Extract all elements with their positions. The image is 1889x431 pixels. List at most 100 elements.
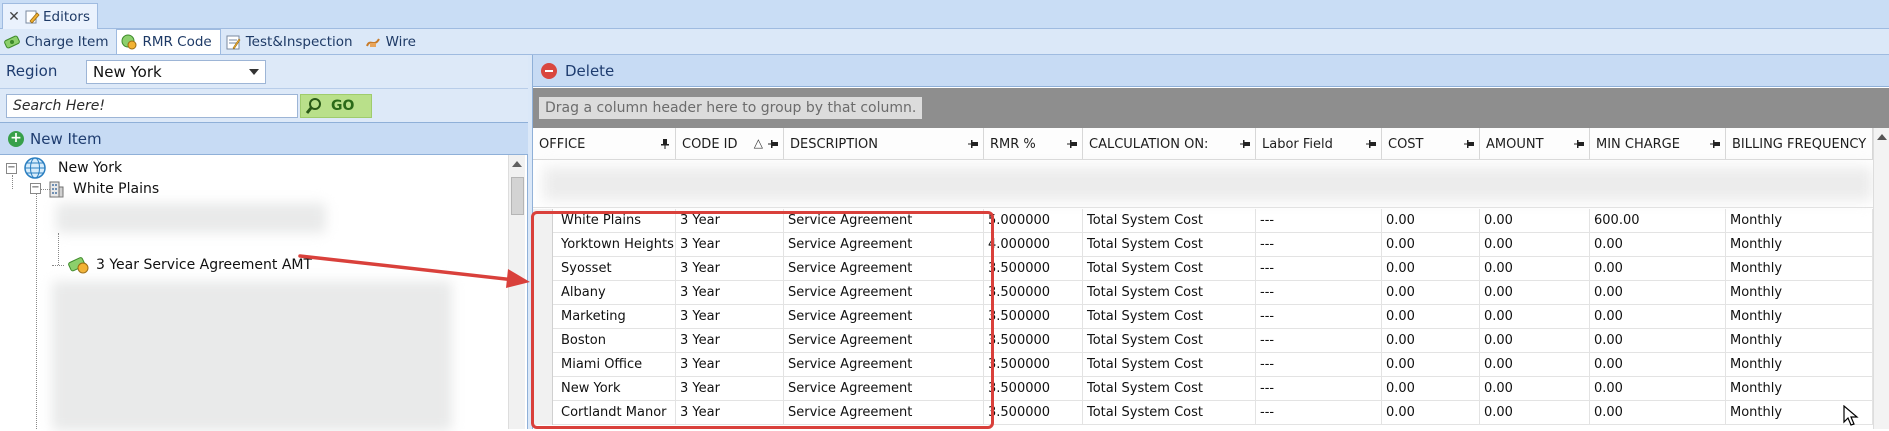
cell-code-id[interactable]: 3 Year <box>676 257 784 281</box>
cell-code-id[interactable]: 3 Year <box>676 233 784 257</box>
table-row[interactable]: White Plains 3 Year Service Agreement 5.000… <box>533 209 1889 233</box>
cell-calculation-on[interactable]: Total System Cost <box>1083 209 1256 233</box>
filter-row[interactable] <box>533 161 1889 208</box>
cell-cost[interactable]: 0.00 <box>1382 257 1480 281</box>
cell-description[interactable]: Service Agreement <box>784 305 984 329</box>
cell-amount[interactable]: 0.00 <box>1480 353 1590 377</box>
cell-description[interactable]: Service Agreement <box>784 353 984 377</box>
cell-amount[interactable]: 0.00 <box>1480 329 1590 353</box>
cell-labor-field[interactable]: --- <box>1256 209 1382 233</box>
cell-min-charge[interactable]: 0.00 <box>1590 305 1726 329</box>
cell-calculation-on[interactable]: Total System Cost <box>1083 377 1256 401</box>
cell-office[interactable]: Marketing <box>557 305 676 329</box>
cell-amount[interactable]: 0.00 <box>1480 209 1590 233</box>
cell-description[interactable]: Service Agreement <box>784 401 984 425</box>
cell-labor-field[interactable]: --- <box>1256 377 1382 401</box>
table-row[interactable]: Cortlandt Manor 3 Year Service Agreement 3.… <box>533 401 1889 425</box>
go-button[interactable]: GO <box>300 94 372 118</box>
cell-labor-field[interactable]: --- <box>1256 305 1382 329</box>
cell-office[interactable]: Albany <box>557 281 676 305</box>
cell-cost[interactable]: 0.00 <box>1382 233 1480 257</box>
close-tab-button[interactable]: ✕ <box>7 9 21 25</box>
cell-office[interactable]: Cortlandt Manor <box>557 401 676 425</box>
cell-labor-field[interactable]: --- <box>1256 353 1382 377</box>
cell-billing-frequency[interactable]: Monthly <box>1726 305 1873 329</box>
row-indicator[interactable] <box>533 233 553 257</box>
pin-icon[interactable] <box>1067 139 1077 149</box>
cell-rmr-percent[interactable]: 3.500000 <box>984 281 1083 305</box>
pin-icon[interactable] <box>660 139 670 149</box>
row-indicator[interactable] <box>533 353 553 377</box>
grid-scrollbar[interactable] <box>1873 128 1889 429</box>
cell-office[interactable]: White Plains <box>557 209 676 233</box>
scroll-up-icon[interactable] <box>512 161 522 167</box>
cell-min-charge[interactable]: 600.00 <box>1590 209 1726 233</box>
row-indicator[interactable] <box>533 377 553 401</box>
cell-description[interactable]: Service Agreement <box>784 329 984 353</box>
cell-min-charge[interactable]: 0.00 <box>1590 281 1726 305</box>
cell-billing-frequency[interactable]: Monthly <box>1726 257 1873 281</box>
cell-min-charge[interactable]: 0.00 <box>1590 377 1726 401</box>
tree-collapse-root[interactable]: − <box>6 163 17 174</box>
cell-rmr-percent[interactable]: 3.500000 <box>984 257 1083 281</box>
cell-office[interactable]: New York <box>557 377 676 401</box>
column-header-cost[interactable]: COST <box>1382 128 1480 160</box>
cell-office[interactable]: Yorktown Heights <box>557 233 676 257</box>
cell-amount[interactable]: 0.00 <box>1480 233 1590 257</box>
cell-calculation-on[interactable]: Total System Cost <box>1083 353 1256 377</box>
row-indicator[interactable] <box>533 401 553 425</box>
cell-labor-field[interactable]: --- <box>1256 281 1382 305</box>
pin-icon[interactable] <box>968 139 978 149</box>
cell-code-id[interactable]: 3 Year <box>676 329 784 353</box>
cell-description[interactable]: Service Agreement <box>784 233 984 257</box>
region-select[interactable]: New York <box>86 60 266 84</box>
pin-icon[interactable] <box>1710 139 1720 149</box>
cell-calculation-on[interactable]: Total System Cost <box>1083 281 1256 305</box>
cell-billing-frequency[interactable]: Monthly <box>1726 329 1873 353</box>
tab-editors[interactable]: ✕ Editors <box>2 3 98 29</box>
search-input[interactable] <box>6 94 298 118</box>
group-by-panel[interactable]: Drag a column header here to group by th… <box>533 88 1889 128</box>
column-header-labor-field[interactable]: Labor Field <box>1256 128 1382 160</box>
column-header-calculation-on[interactable]: CALCULATION ON: <box>1083 128 1256 160</box>
cell-rmr-percent[interactable]: 3.500000 <box>984 353 1083 377</box>
cell-cost[interactable]: 0.00 <box>1382 281 1480 305</box>
table-row[interactable]: Miami Office 3 Year Service Agreement 3.500… <box>533 353 1889 377</box>
row-indicator[interactable] <box>533 209 553 233</box>
cell-code-id[interactable]: 3 Year <box>676 209 784 233</box>
scroll-up-icon[interactable] <box>1877 134 1887 140</box>
cell-cost[interactable]: 0.00 <box>1382 329 1480 353</box>
column-header-rmr-percent[interactable]: RMR % <box>984 128 1083 160</box>
cell-calculation-on[interactable]: Total System Cost <box>1083 305 1256 329</box>
cell-min-charge[interactable]: 0.00 <box>1590 257 1726 281</box>
pin-icon[interactable] <box>768 139 778 149</box>
cell-description[interactable]: Service Agreement <box>784 257 984 281</box>
table-row[interactable]: Yorktown Heights 3 Year Service Agreement 4… <box>533 233 1889 257</box>
cell-billing-frequency[interactable]: Monthly <box>1726 281 1873 305</box>
cell-amount[interactable]: 0.00 <box>1480 281 1590 305</box>
cell-office[interactable]: Syosset <box>557 257 676 281</box>
column-header-code-id[interactable]: CODE ID △ <box>676 128 784 160</box>
cell-min-charge[interactable]: 0.00 <box>1590 401 1726 425</box>
column-header-office[interactable]: OFFICE <box>533 128 676 160</box>
cell-calculation-on[interactable]: Total System Cost <box>1083 401 1256 425</box>
pin-icon[interactable] <box>1464 139 1474 149</box>
cell-description[interactable]: Service Agreement <box>784 209 984 233</box>
cell-labor-field[interactable]: --- <box>1256 329 1382 353</box>
cell-cost[interactable]: 0.00 <box>1382 377 1480 401</box>
cell-billing-frequency[interactable]: Monthly <box>1726 353 1873 377</box>
tab-rmr-code[interactable]: RMR Code <box>116 29 221 54</box>
cell-cost[interactable]: 0.00 <box>1382 305 1480 329</box>
tree-scrollbar-thumb[interactable] <box>511 177 524 215</box>
chevron-down-icon[interactable] <box>249 69 259 75</box>
cell-billing-frequency[interactable]: Monthly <box>1726 209 1873 233</box>
cell-description[interactable]: Service Agreement <box>784 281 984 305</box>
cell-rmr-percent[interactable]: 3.500000 <box>984 329 1083 353</box>
cell-rmr-percent[interactable]: 3.500000 <box>984 305 1083 329</box>
column-header-billing-frequency[interactable]: BILLING FREQUENCY <box>1726 128 1873 160</box>
cell-calculation-on[interactable]: Total System Cost <box>1083 233 1256 257</box>
table-row[interactable]: Syosset 3 Year Service Agreement 3.500000 To… <box>533 257 1889 281</box>
cell-calculation-on[interactable]: Total System Cost <box>1083 329 1256 353</box>
cell-code-id[interactable]: 3 Year <box>676 401 784 425</box>
cell-rmr-percent[interactable]: 3.500000 <box>984 377 1083 401</box>
